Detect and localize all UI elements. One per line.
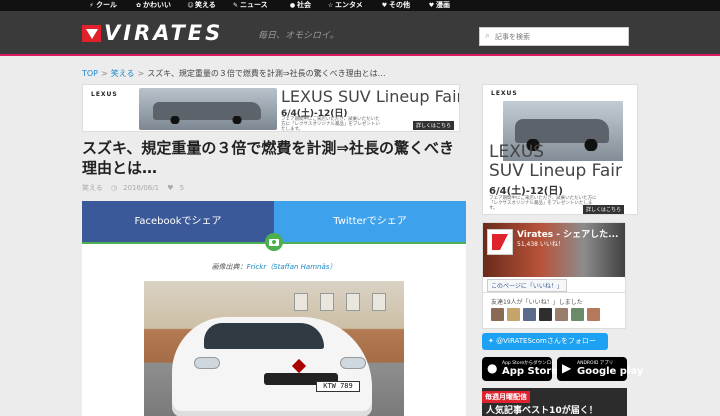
image-credit: 画像出典：Frickr（Staffan Hamnäs）: [211, 263, 337, 271]
heart-icon: ♥: [428, 2, 435, 9]
banner-ad[interactable]: LEXUS LEXUS SUV Lineup Fair 6/4(土)-12(日)…: [82, 84, 460, 132]
fb-profile-picture: [487, 229, 513, 255]
logo-mark-icon: [82, 25, 101, 42]
ad-more-button[interactable]: 詳しくはこちら: [413, 121, 455, 130]
fb-friends-text: 友達19人が「いいね！」しました: [491, 299, 583, 306]
google-play-badge[interactable]: ▶ ANDROID アプリ Google play: [557, 357, 643, 381]
friend-avatar[interactable]: [507, 308, 520, 321]
fb-friends-box: 友達19人が「いいね！」しました: [482, 293, 626, 329]
search-box: ⌕: [479, 27, 629, 46]
breadcrumb-category-link[interactable]: 笑える: [111, 69, 135, 78]
twitter-bird-icon: ✦: [488, 337, 497, 345]
article-title: スズキ、規定重量の３倍で燃費を計測⇒社長の驚くべき理由とは…: [82, 139, 454, 177]
facebook-page-box[interactable]: Virates - シェアした... 51,438 いいね！ このページに「いい…: [482, 222, 626, 293]
site-tagline: 毎日、オモシロイ。: [258, 31, 339, 41]
site-header: VIRATES 毎日、オモシロイ。 ⌕: [0, 11, 720, 56]
camera-icon: [265, 233, 283, 251]
friend-avatar[interactable]: [555, 308, 568, 321]
nav-item-cool[interactable]: ⚡ クール: [88, 0, 117, 11]
license-plate: KTW 789: [316, 381, 360, 392]
ad-brand: LEXUS: [91, 91, 118, 98]
fb-like-button[interactable]: このページに「いいね！」: [487, 279, 567, 292]
nav-item-news[interactable]: ✎ ニュース: [232, 0, 268, 11]
star-icon: ☆: [327, 2, 334, 9]
play-icon: ▶: [562, 361, 572, 375]
friend-avatar[interactable]: [491, 308, 504, 321]
friend-avatar[interactable]: [587, 308, 600, 321]
ad-headline: LEXUS SUV Lineup Fair: [281, 87, 460, 106]
newsletter-text: 人気記事ベスト10が届く！: [486, 406, 598, 416]
friend-avatar[interactable]: [571, 308, 584, 321]
nav-item-society[interactable]: ● 社会: [289, 0, 311, 11]
nav-item-cute[interactable]: ✿ かわいい: [135, 0, 171, 11]
smile-icon: ☺: [187, 2, 194, 9]
nav-item-other[interactable]: ♥ その他: [381, 0, 410, 11]
article-date: 2016/06/1: [123, 184, 160, 192]
search-icon: ⌕: [485, 31, 491, 41]
facebook-share-button[interactable]: Facebookでシェア: [82, 201, 274, 242]
apple-icon: ●: [487, 361, 498, 375]
search-input[interactable]: [495, 29, 625, 44]
clock-icon: ◷: [111, 184, 118, 192]
nav-item-manga[interactable]: ♥ 漫画: [428, 0, 450, 11]
logo-text: VIRATES: [104, 21, 224, 45]
ad-fine-print: フェア期間中にご来店いただき、試乗いただいた方に「レクサスオリジナル賞品」をプレ…: [281, 117, 380, 132]
app-store-badge[interactable]: ● App Storeからダウンロード App Store: [482, 357, 560, 381]
newsletter-tag: 毎週月曜配信: [482, 391, 530, 403]
sidebar-ad-line1: LEXUS: [489, 142, 545, 162]
friend-avatar[interactable]: [523, 308, 536, 321]
breadcrumb-current: スズキ、規定重量の３倍で燃費を計測⇒社長の驚くべき理由とは…: [147, 69, 386, 78]
sidebar-ad-line2: SUV Lineup Fair: [489, 161, 623, 181]
sidebar-ad-more-button[interactable]: 詳しくはこちら: [583, 205, 625, 214]
category-nav: ⚡ クール ✿ かわいい ☺笑える ✎ ニュース ● 社会 ☆ エンタメ ♥ その他 ♥ 漫画: [0, 0, 720, 11]
twitter-follow-button[interactable]: ✦ @VIRATEScomさんをフォロー: [482, 333, 608, 350]
fb-like-count: 51,438 いいね！: [517, 241, 564, 248]
breadcrumb: TOP > 笑える > スズキ、規定重量の３倍で燃費を計測⇒社長の驚くべき理由とは…: [82, 69, 386, 78]
sidebar-ad-brand: LEXUS: [491, 90, 518, 97]
like-icon: ♥: [167, 184, 174, 192]
nav-item-funny[interactable]: ☺笑える: [187, 0, 215, 11]
article-category[interactable]: 笑える: [82, 184, 103, 192]
friend-avatar[interactable]: [539, 308, 552, 321]
image-credit-link[interactable]: Frickr（Staffan Hamnäs）: [247, 263, 337, 271]
article-likes: 5: [179, 184, 185, 192]
sidebar-ad[interactable]: LEXUS LEXUS SUV Lineup Fair 6/4(土)-12(日)…: [482, 84, 638, 215]
article-meta: 笑える ◷ 2016/06/1 ♥ 5: [82, 183, 190, 193]
nav-item-entertainment[interactable]: ☆ エンタメ: [327, 0, 363, 11]
breadcrumb-home-link[interactable]: TOP: [82, 69, 98, 78]
sidebar-ad-date: 6/4(土)-12(日): [489, 186, 563, 197]
news-icon: ✎: [232, 2, 239, 9]
paw-icon: ✿: [135, 2, 142, 9]
globe-icon: ●: [289, 2, 296, 9]
newsletter-banner[interactable]: 毎週月曜配信 人気記事ベスト10が届く！: [482, 388, 627, 416]
article-photo: KTW 789: [144, 281, 404, 416]
twitter-share-button[interactable]: Twitterでシェア: [274, 201, 466, 242]
heart-icon: ♥: [381, 2, 388, 9]
ad-car-image: [139, 88, 277, 130]
lightning-icon: ⚡: [89, 2, 94, 9]
